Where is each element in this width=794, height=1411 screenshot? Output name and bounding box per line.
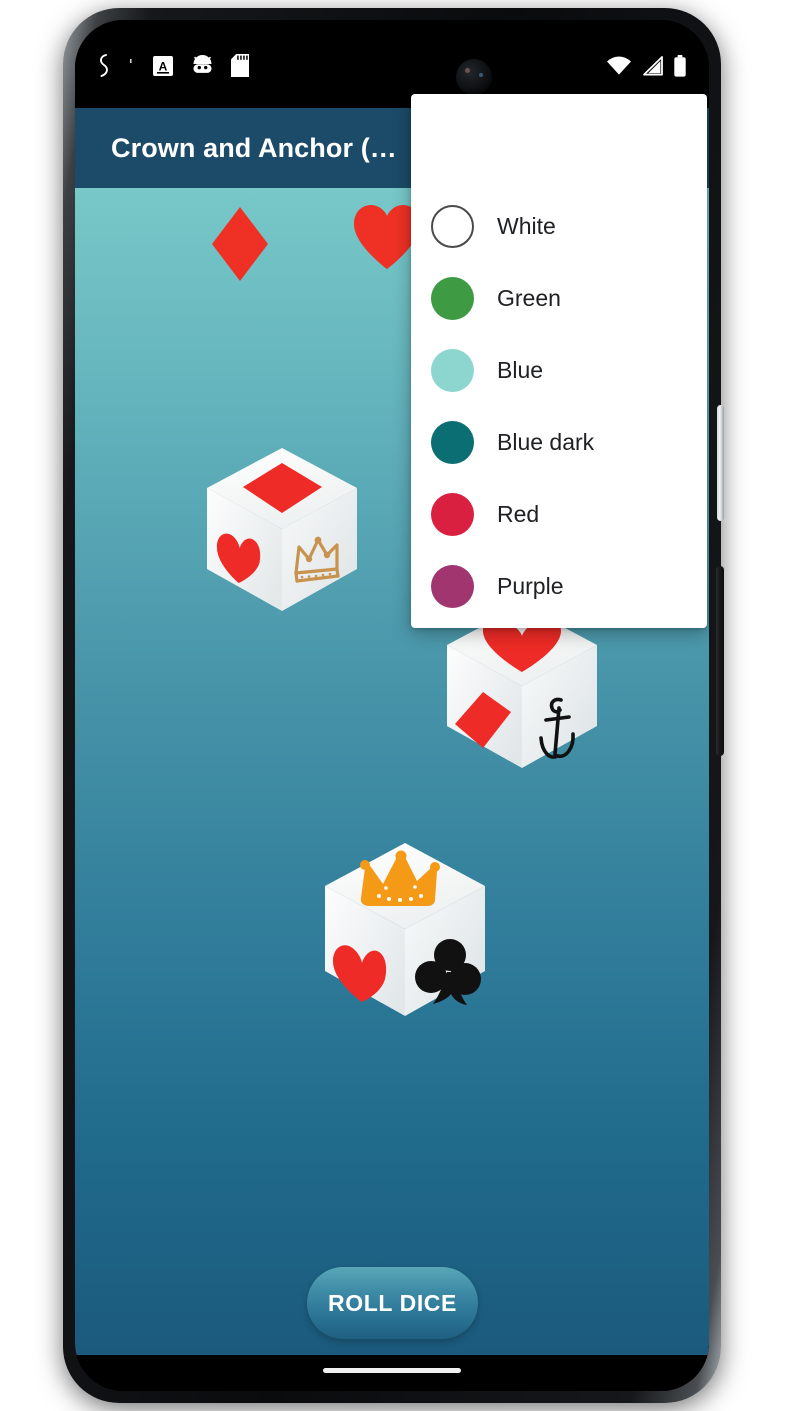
camera-glint-secondary [479, 73, 483, 77]
camera-glint [465, 68, 470, 73]
status-bar-left-icons: A [97, 53, 250, 83]
gesture-bar[interactable] [323, 1368, 461, 1373]
suit-indicator-diamond [209, 205, 271, 288]
color-swatch-purple-icon [431, 564, 474, 608]
color-swatch-blue-dark-icon [431, 420, 474, 464]
dot-icon [127, 54, 135, 83]
menu-item-label: Purple [497, 572, 564, 599]
a-in-box-icon: A [152, 55, 174, 82]
cellular-signal-icon [641, 55, 664, 81]
menu-item-blue-dark[interactable]: Blue dark [411, 406, 707, 478]
phone-screen: A Crown and Anchor (… ROLL DICE White Gr… [75, 20, 709, 1391]
menu-item-purple[interactable]: Purple [411, 550, 707, 622]
menu-item-white[interactable]: White [411, 190, 707, 262]
color-swatch-white-icon [431, 204, 474, 248]
color-swatch-red-icon [431, 492, 474, 536]
color-swatch-green-icon [431, 276, 474, 320]
die-1[interactable] [197, 443, 367, 623]
menu-item-label: Blue [497, 356, 544, 383]
status-bar-right-icons [606, 54, 687, 82]
roll-dice-button[interactable]: ROLL DICE [307, 1267, 478, 1339]
front-camera [456, 59, 492, 95]
menu-item-label: Red [497, 500, 540, 527]
menu-item-blue[interactable]: Blue [411, 334, 707, 406]
menu-item-label: Blue dark [497, 428, 595, 455]
die-3[interactable] [315, 838, 495, 1028]
android-head-icon [191, 54, 214, 82]
status-bar: A [75, 41, 709, 95]
sd-card-icon [231, 54, 250, 82]
menu-item-red[interactable]: Red [411, 478, 707, 550]
menu-item-label: Green [497, 284, 561, 311]
page-title: Crown and Anchor (… [111, 132, 397, 163]
wifi-icon [606, 56, 632, 81]
color-swatch-blue-icon [431, 348, 474, 392]
battery-icon [673, 54, 687, 82]
squiggle-icon [97, 53, 110, 83]
color-dropdown-menu[interactable]: White Green Blue Blue dark Red Purple [411, 94, 707, 628]
menu-item-label: White [497, 212, 556, 239]
volume-button[interactable] [716, 566, 724, 756]
navigation-area [75, 1355, 709, 1391]
menu-item-green[interactable]: Green [411, 262, 707, 334]
power-button[interactable] [717, 405, 724, 521]
svg-text:A: A [159, 59, 168, 73]
